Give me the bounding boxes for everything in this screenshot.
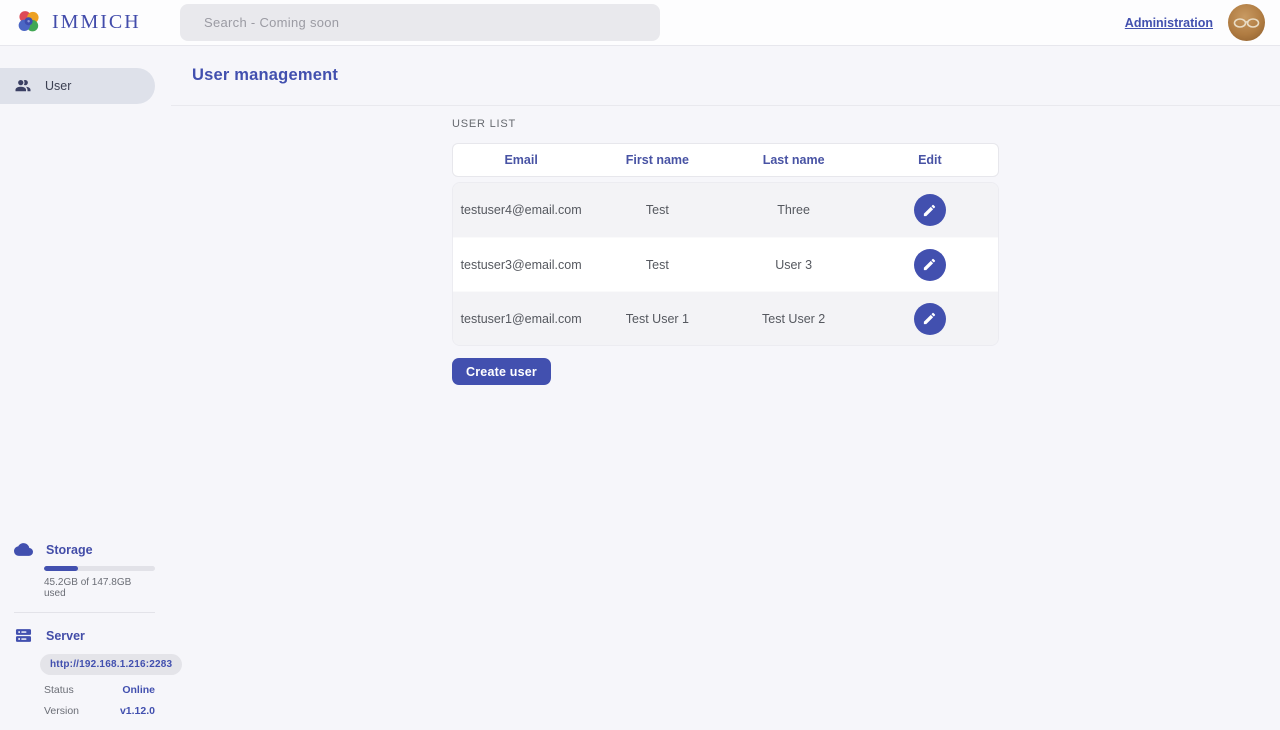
last-name-cell: Three <box>726 203 862 217</box>
sidebar-item-label: User <box>45 79 71 93</box>
column-header: Last name <box>726 153 862 167</box>
main-area: User management USER LIST Email First na… <box>171 46 1280 730</box>
cloud-icon <box>14 540 33 559</box>
storage-widget: Storage 45.2GB of 147.8GB used <box>0 540 155 599</box>
search-input[interactable] <box>180 4 660 41</box>
storage-title: Storage <box>46 543 93 557</box>
first-name-cell: Test <box>589 203 725 217</box>
email-cell: testuser3@email.com <box>453 258 589 272</box>
server-widget: Server http://192.168.1.216:2283 Status … <box>0 626 155 717</box>
user-table-header: Email First name Last name Edit <box>452 143 999 177</box>
brand-name: IMMICH <box>52 11 141 34</box>
server-version-row: Version v1.12.0 <box>44 705 155 717</box>
users-icon <box>14 77 32 95</box>
email-cell: testuser4@email.com <box>453 203 589 217</box>
sidebar-divider <box>14 612 155 613</box>
create-user-button[interactable]: Create user <box>452 358 551 385</box>
title-bar: User management <box>171 46 1280 106</box>
pencil-icon <box>922 311 937 326</box>
sidebar: User Storage 45.2GB of 147.8GB used <box>0 46 171 730</box>
server-status-row: Status Online <box>44 684 155 696</box>
server-icon <box>14 626 33 645</box>
first-name-cell: Test User 1 <box>589 312 725 326</box>
status-value: Online <box>122 684 155 696</box>
version-value: v1.12.0 <box>120 705 155 717</box>
edit-user-button[interactable] <box>914 303 946 335</box>
version-label: Version <box>44 705 79 717</box>
email-cell: testuser1@email.com <box>453 312 589 326</box>
user-table: testuser4@email.com Test Three <box>452 182 999 346</box>
edit-user-button[interactable] <box>914 194 946 226</box>
page-title: User management <box>192 66 338 85</box>
column-header: Edit <box>862 153 998 167</box>
section-title: USER LIST <box>452 118 999 130</box>
brand[interactable]: IMMICH <box>0 9 141 37</box>
status-label: Status <box>44 684 74 696</box>
first-name-cell: Test <box>589 258 725 272</box>
pencil-icon <box>922 203 937 218</box>
server-title: Server <box>46 629 85 643</box>
edit-user-button[interactable] <box>914 249 946 281</box>
last-name-cell: User 3 <box>726 258 862 272</box>
table-row: testuser3@email.com Test User 3 <box>453 237 998 291</box>
last-name-cell: Test User 2 <box>726 312 862 326</box>
table-row: testuser4@email.com Test Three <box>453 183 998 237</box>
immich-logo-icon <box>15 9 43 37</box>
sidebar-item-user[interactable]: User <box>0 68 155 104</box>
storage-progress-bar <box>44 566 155 571</box>
server-url-chip: http://192.168.1.216:2283 <box>40 654 182 675</box>
column-header: First name <box>589 153 725 167</box>
administration-link[interactable]: Administration <box>1125 16 1213 30</box>
table-row: testuser1@email.com Test User 1 Test Use… <box>453 291 998 345</box>
column-header: Email <box>453 153 589 167</box>
storage-progress-fill <box>44 566 78 571</box>
pencil-icon <box>922 257 937 272</box>
top-bar: IMMICH Administration <box>0 0 1280 46</box>
storage-usage-text: 45.2GB of 147.8GB used <box>44 577 155 599</box>
user-avatar[interactable] <box>1228 4 1265 41</box>
glasses-icon <box>1232 16 1262 30</box>
